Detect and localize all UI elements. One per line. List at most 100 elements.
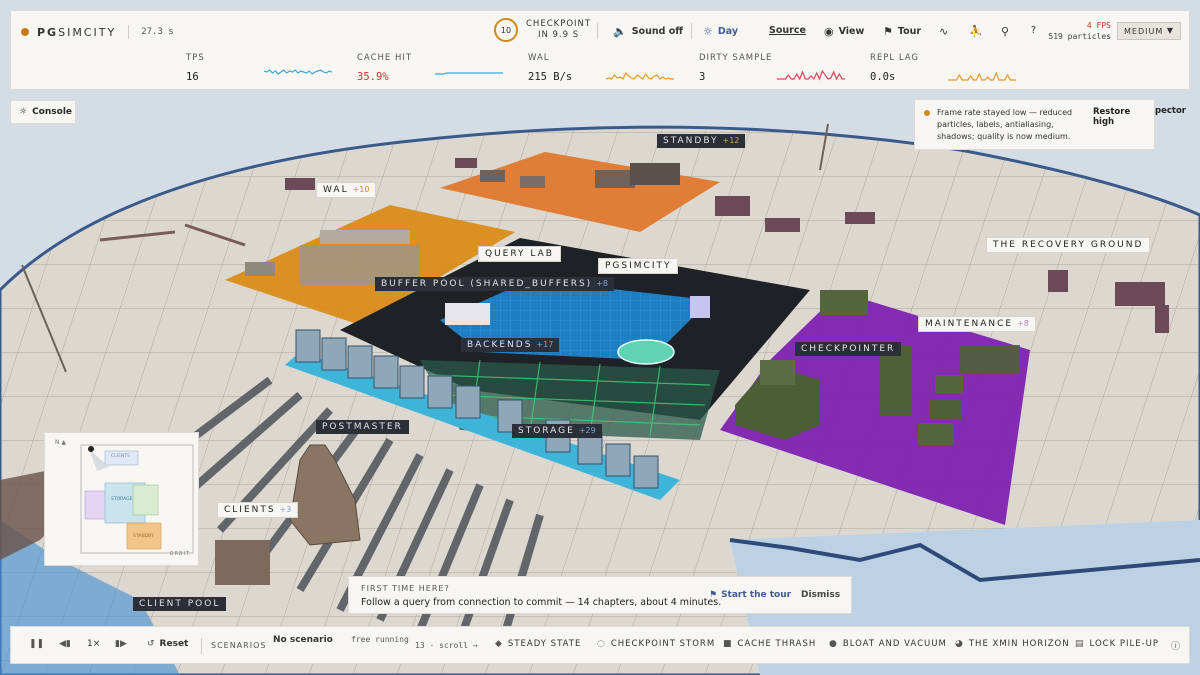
fps-value: 4 FPS xyxy=(1086,21,1111,30)
speaker-icon: 🔈 xyxy=(613,25,627,38)
label-pgsimcity[interactable]: PGSIMCITY xyxy=(598,258,679,274)
checkpoint-sub: IN 9.9 S xyxy=(537,30,580,40)
walk-icon-button[interactable]: ⛹ xyxy=(969,25,983,38)
fps-readout: 4 FPS 519 particles xyxy=(1047,20,1111,42)
start-tour-button[interactable]: ⚑ Start the tour xyxy=(709,590,791,600)
tour-card: FIRST TIME HERE? Follow a query from con… xyxy=(348,576,852,614)
storm-icon: ◌ xyxy=(597,639,606,649)
scenario-checkpoint-storm[interactable]: ◌ CHECKPOINT STORM xyxy=(597,639,715,649)
scenario-xmin-horizon[interactable]: ◕ THE XMIN HORIZON xyxy=(955,639,1070,649)
minimap-clients: CLIENTS xyxy=(111,454,130,459)
scenario-cache-thrash[interactable]: ■ CACHE THRASH xyxy=(723,639,816,649)
restore-high-button[interactable]: Restore high xyxy=(1093,107,1154,127)
scenario-select[interactable]: No scenario xyxy=(273,635,333,645)
sparkline-path xyxy=(264,69,332,75)
info-icon: ⓘ xyxy=(1171,642,1181,652)
inspector-tab[interactable]: pector xyxy=(1155,106,1186,116)
minimap[interactable]: N ▲ CLIENTS STORAGE STANDBY ORBIT xyxy=(44,432,199,566)
label-client-pool[interactable]: CLIENT POOL xyxy=(133,597,227,611)
diamond-icon: ◆ xyxy=(495,639,503,649)
scenarios-label: SCENARIOS xyxy=(211,641,267,650)
quality-select[interactable]: MEDIUM ▼ xyxy=(1117,22,1181,40)
walk-icon: ⛹ xyxy=(969,25,983,38)
reset-icon: ↺ xyxy=(147,639,155,649)
quality-notice: Frame rate stayed low — reduced particle… xyxy=(914,99,1155,150)
label-buffer-pool[interactable]: BUFFER POOL (SHARED_BUFFERS) +8 xyxy=(375,277,614,291)
checkpoint-label: CHECKPOINT xyxy=(526,19,592,29)
label-checkpointer[interactable]: CHECKPOINTER xyxy=(795,342,902,356)
metric-dirty-sample: DIRTY SAMPLE 3 xyxy=(699,53,773,83)
help-button[interactable]: ? xyxy=(1031,25,1036,36)
warning-dot-icon xyxy=(924,110,930,116)
scenario-steady-state[interactable]: ◆ STEADY STATE xyxy=(495,639,581,649)
sound-toggle-button[interactable]: 🔈 Sound off xyxy=(613,25,683,38)
wal-sparkline xyxy=(606,71,674,80)
metric-tps: TPS 16 xyxy=(186,53,205,83)
sparkline-path xyxy=(948,71,1016,81)
sparkline-path xyxy=(606,71,674,80)
minimap-standby: STANDBY xyxy=(133,534,154,539)
label-standby[interactable]: STANDBY +12 xyxy=(657,134,746,148)
pulse-icon-button[interactable]: ∿ xyxy=(939,25,948,38)
brand-name: PGSIMCITY xyxy=(37,25,117,39)
day-toggle-button[interactable]: ☼ Day xyxy=(703,25,738,38)
sparkline-path xyxy=(777,69,845,81)
notice-text: Frame rate stayed low — reduced particle… xyxy=(937,108,1073,141)
scenario-mode: free running xyxy=(351,635,409,644)
cache-hit-sparkline xyxy=(435,72,503,75)
flag-icon: ⚑ xyxy=(883,25,893,38)
info-button[interactable]: ⓘ xyxy=(1171,639,1180,652)
checkpoint-timer: 10 CHECKPOINT IN 9.9 S xyxy=(494,18,591,42)
flag-icon: ⚑ xyxy=(709,590,718,600)
checkpoint-countdown: 10 xyxy=(494,18,518,42)
repl-lag-sparkline xyxy=(948,71,1016,81)
sparkline-path xyxy=(435,72,503,75)
lock-icon: ▤ xyxy=(1075,639,1085,649)
source-link[interactable]: Source xyxy=(769,25,806,36)
metric-repl-lag: REPL LAG 0.0s xyxy=(870,53,920,83)
clock-icon: ◕ xyxy=(955,639,964,649)
scroll-hint: 13 · scroll → xyxy=(415,641,478,650)
metric-cache-hit: CACHE HIT 35.9% xyxy=(357,53,413,83)
label-maintenance[interactable]: MAINTENANCE +8 xyxy=(918,316,1036,332)
console-button[interactable]: ☼ Console xyxy=(10,100,76,124)
minimap-storage: STORAGE xyxy=(111,497,133,502)
scenario-lock-pile-up[interactable]: ▤ LOCK PILE-UP xyxy=(1075,639,1159,649)
scenario-bloat-and-vacuum[interactable]: ● BLOAT AND VACUUM xyxy=(829,639,947,649)
dirty-sample-sparkline xyxy=(777,69,845,81)
search-icon: ⚲ xyxy=(1001,25,1010,38)
label-backends[interactable]: BACKENDS +17 xyxy=(461,338,560,352)
dismiss-button[interactable]: Dismiss xyxy=(801,590,840,600)
tps-sparkline xyxy=(264,69,332,75)
speed-button[interactable]: 1× xyxy=(87,639,100,649)
step-forward-button[interactable]: ▮▶ xyxy=(115,639,127,649)
label-query-lab[interactable]: QUERY LAB xyxy=(478,246,561,262)
label-postmaster[interactable]: POSTMASTER xyxy=(316,420,409,434)
reset-button[interactable]: ↺ Reset xyxy=(147,639,188,649)
chevron-down-icon: ▼ xyxy=(1166,26,1174,35)
search-button[interactable]: ⚲ xyxy=(1001,25,1009,38)
brand-dot-icon xyxy=(21,28,29,36)
tour-button[interactable]: ⚑ Tour xyxy=(883,25,921,38)
playback-bar: ❚❚ ◀▮ 1× ▮▶ ↺ Reset SCENARIOS No scenario… xyxy=(10,626,1190,664)
tour-kicker: FIRST TIME HERE? xyxy=(361,584,450,593)
minimap-orbit-label: ORBIT xyxy=(169,551,190,557)
elapsed-time: 27.3 s xyxy=(141,27,174,37)
pulse-icon: ∿ xyxy=(939,25,949,38)
top-bar: PGSIMCITY 27.3 s 10 CHECKPOINT IN 9.9 S … xyxy=(10,10,1190,90)
label-storage[interactable]: STORAGE +29 xyxy=(512,424,602,438)
label-clients[interactable]: CLIENTS +3 xyxy=(217,502,299,518)
label-wal[interactable]: WAL +10 xyxy=(316,182,377,198)
view-button[interactable]: ◉ View xyxy=(824,25,864,38)
tour-text: Follow a query from connection to commit… xyxy=(361,597,722,608)
step-back-button[interactable]: ◀▮ xyxy=(59,639,71,649)
pause-button[interactable]: ❚❚ xyxy=(29,639,44,649)
particle-count: 519 particles xyxy=(1048,32,1111,41)
label-recovery-ground[interactable]: THE RECOVERY GROUND xyxy=(986,237,1151,253)
sun-icon: ☼ xyxy=(19,107,28,117)
step-back-icon: ◀▮ xyxy=(59,639,71,649)
square-icon: ■ xyxy=(723,639,733,649)
dot-icon: ● xyxy=(829,639,838,649)
metric-wal: WAL 215 B/s xyxy=(528,53,573,83)
eye-icon: ◉ xyxy=(824,25,834,38)
